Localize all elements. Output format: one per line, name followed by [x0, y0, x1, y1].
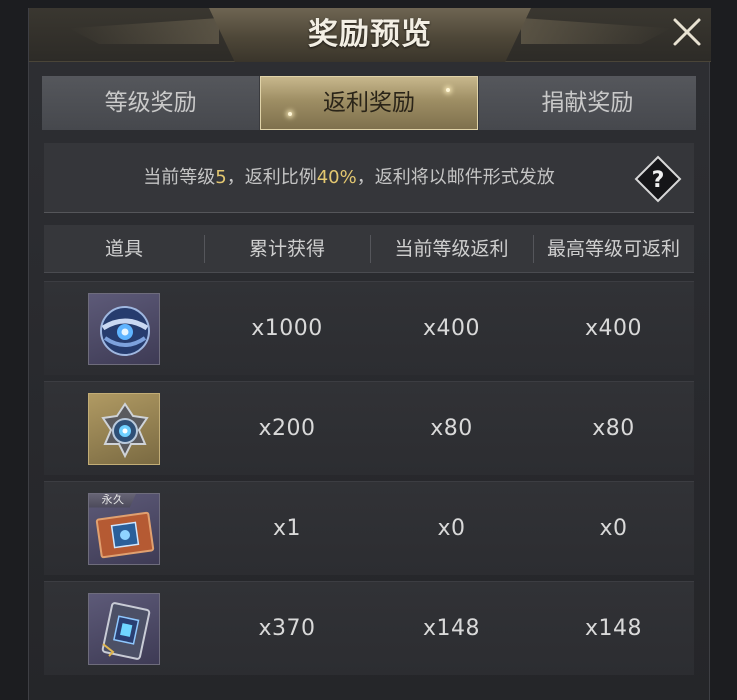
- total-obtained-value: x200: [258, 416, 316, 441]
- current-rebate-value: x80: [430, 416, 473, 441]
- rebate-rate-value: 40%: [316, 167, 357, 188]
- item-cell: [44, 292, 204, 365]
- column-header-item: 道具: [104, 238, 143, 260]
- table-row: x1000 x400 x400: [44, 281, 694, 375]
- dialog-title: 奖励预览: [308, 17, 432, 52]
- sparkle-icon: [288, 112, 293, 116]
- close-button[interactable]: [669, 14, 705, 50]
- item-cell: 永久: [44, 492, 204, 565]
- max-rebate-value: x400: [584, 316, 642, 341]
- info-prefix: 当前等级: [143, 167, 216, 188]
- reward-table-body: x1000 x400 x400 x200 x80 x80 永久 x1 x0 x0…: [44, 281, 694, 681]
- max-rebate-value: x148: [584, 616, 642, 641]
- total-obtained-value: x1: [272, 516, 302, 541]
- current-rebate-value: x400: [422, 316, 480, 341]
- item-cell: [44, 392, 204, 465]
- max-rebate-value: x0: [599, 516, 628, 541]
- reward-tabs: 等级奖励 返利奖励 捐献奖励: [42, 76, 696, 130]
- total-obtained-value: x1000: [251, 316, 323, 341]
- column-header-current-rebate: 当前等级返利: [370, 225, 533, 273]
- rebate-info-text: 当前等级5，返利比例40%，返利将以邮件形式发放: [44, 143, 654, 213]
- table-row: 永久 x1 x0 x0: [44, 481, 694, 575]
- info-middle: ，返利比例: [226, 167, 317, 188]
- table-header: 道具 累计获得 当前等级返利 最高等级可返利: [44, 225, 694, 273]
- max-rebate-value: x80: [592, 416, 635, 441]
- tab-rebate-rewards[interactable]: 返利奖励: [260, 76, 479, 130]
- current-rebate-value: x148: [422, 616, 480, 641]
- tab-rebate-label: 返利奖励: [322, 90, 415, 116]
- column-header-max-rebate: 最高等级可返利: [533, 225, 694, 273]
- table-row: x370 x148 x148: [44, 581, 694, 675]
- close-icon: [673, 18, 701, 46]
- table-row: x200 x80 x80: [44, 381, 694, 475]
- item-cell: [44, 592, 204, 665]
- blue-orb-icon[interactable]: [88, 292, 160, 365]
- sparkle-icon: [446, 88, 451, 92]
- permanent-tag: 永久: [89, 493, 137, 508]
- column-header-total: 累计获得: [204, 225, 370, 273]
- tab-donation-rewards[interactable]: 捐献奖励: [478, 76, 696, 130]
- svg-text:?: ?: [652, 168, 665, 193]
- tech-chip-icon[interactable]: [88, 592, 160, 665]
- gear-core-icon[interactable]: [88, 392, 160, 465]
- dialog-header: 奖励预览: [29, 8, 711, 62]
- rebate-info-bar: 当前等级5，返利比例40%，返利将以邮件形式发放 ?: [44, 143, 694, 213]
- info-suffix: ，返利将以邮件形式发放: [356, 167, 555, 188]
- current-level-value: 5: [215, 167, 227, 188]
- red-card-icon[interactable]: 永久: [88, 492, 160, 565]
- help-button[interactable]: ?: [634, 155, 682, 203]
- question-icon: ?: [634, 155, 682, 203]
- current-rebate-value: x0: [437, 516, 466, 541]
- tab-level-rewards[interactable]: 等级奖励: [42, 76, 261, 130]
- total-obtained-value: x370: [258, 616, 316, 641]
